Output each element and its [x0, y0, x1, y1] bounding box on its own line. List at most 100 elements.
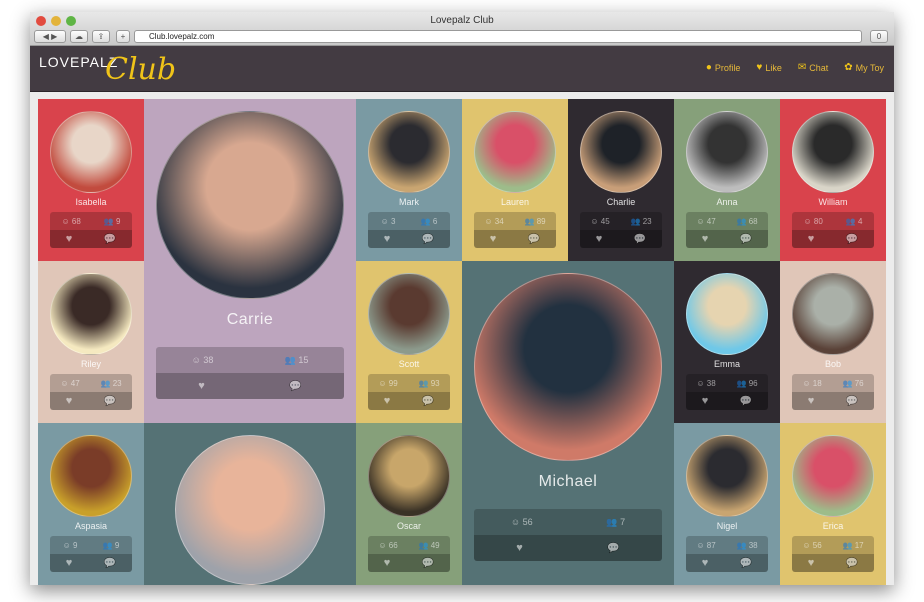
profile-name: Bob: [825, 359, 841, 369]
profile-card[interactable]: Lauren ☺ 34 👥 89 ♥💬: [462, 99, 568, 261]
profile-photo[interactable]: [474, 111, 556, 193]
profile-photo[interactable]: [474, 273, 662, 461]
nav-chat[interactable]: ✉Chat: [798, 62, 828, 73]
like-button[interactable]: ♥: [384, 557, 391, 569]
profile-photo[interactable]: [686, 111, 768, 193]
friends-icon: 👥: [418, 379, 428, 388]
like-button[interactable]: ♥: [702, 557, 709, 569]
like-button[interactable]: ♥: [516, 542, 523, 554]
profile-stats: ☺ 9 👥 9 ♥💬: [50, 536, 132, 572]
like-button[interactable]: ♥: [198, 380, 205, 392]
new-tab-button[interactable]: +: [116, 30, 130, 43]
nav-like[interactable]: ♥Like: [756, 62, 781, 73]
like-button[interactable]: ♥: [808, 557, 815, 569]
profile-card[interactable]: Scott ☺ 99 👥 93 ♥💬: [356, 261, 462, 423]
like-button[interactable]: ♥: [66, 233, 73, 245]
friend-value: 4: [858, 217, 862, 226]
profile-name: Mark: [399, 197, 419, 207]
profile-photo[interactable]: [368, 273, 450, 355]
like-button[interactable]: ♥: [384, 395, 391, 407]
profile-card[interactable]: Isabella ☺ 68 👥 9 ♥💬: [38, 99, 144, 261]
profile-photo[interactable]: [368, 111, 450, 193]
profile-photo[interactable]: [792, 111, 874, 193]
smile-count: ☺ 3: [381, 217, 396, 226]
like-button[interactable]: ♥: [596, 233, 603, 245]
profile-photo[interactable]: [368, 435, 450, 517]
smile-value: 99: [389, 379, 398, 388]
chat-button[interactable]: 💬: [104, 234, 116, 245]
chat-button[interactable]: 💬: [740, 234, 752, 245]
like-button[interactable]: ♥: [808, 233, 815, 245]
like-button[interactable]: ♥: [66, 557, 73, 569]
chat-button[interactable]: 💬: [104, 396, 116, 407]
address-bar[interactable]: Club.lovepalz.com: [134, 30, 862, 43]
back-forward-button[interactable]: ◀ ▶: [34, 30, 66, 43]
reader-button[interactable]: 0: [870, 30, 888, 43]
chat-button[interactable]: 💬: [607, 543, 619, 554]
profile-card[interactable]: William ☺ 80 👥 4 ♥💬: [780, 99, 886, 261]
profile-stats: ☺ 87 👥 38 ♥💬: [686, 536, 768, 572]
profile-card[interactable]: Michael ☺ 56 👥 7 ♥💬: [462, 261, 674, 585]
share-icon[interactable]: ⇪: [92, 30, 110, 43]
profile-card[interactable]: Oscar ☺ 66 👥 49 ♥💬: [356, 423, 462, 585]
nav-label: My Toy: [856, 63, 884, 73]
chat-button[interactable]: 💬: [846, 396, 858, 407]
chat-button[interactable]: 💬: [289, 381, 301, 392]
chat-button[interactable]: 💬: [846, 234, 858, 245]
friend-count: 👥 38: [736, 541, 757, 550]
chat-button[interactable]: 💬: [634, 234, 646, 245]
site-header: LOVEPALZClub ●Profile ♥Like ✉Chat ✿My Toy: [30, 46, 894, 92]
like-button[interactable]: ♥: [702, 233, 709, 245]
profile-card[interactable]: Mark ☺ 3 👥 6 ♥💬: [356, 99, 462, 261]
profile-photo[interactable]: [50, 435, 132, 517]
like-button[interactable]: ♥: [808, 395, 815, 407]
browser-window: Lovepalz Club ◀ ▶ ☁ ⇪ + Club.lovepalz.co…: [30, 12, 894, 585]
profile-card[interactable]: Anna ☺ 47 👥 68 ♥💬: [674, 99, 780, 261]
friends-icon: 👥: [736, 541, 746, 550]
profile-card[interactable]: Bob ☺ 18 👥 76 ♥💬: [780, 261, 886, 423]
chat-button[interactable]: 💬: [422, 234, 434, 245]
chat-button[interactable]: 💬: [422, 396, 434, 407]
logo[interactable]: LOVEPALZClub: [39, 54, 118, 70]
nav-profile[interactable]: ●Profile: [706, 62, 741, 73]
profile-card[interactable]: Aspasia ☺ 9 👥 9 ♥💬: [38, 423, 144, 585]
nav-my-toy[interactable]: ✿My Toy: [844, 62, 884, 73]
profile-photo[interactable]: [792, 435, 874, 517]
like-button[interactable]: ♥: [384, 233, 391, 245]
profile-card[interactable]: Erica ☺ 56 👥 17 ♥💬: [780, 423, 886, 585]
profile-photo[interactable]: [50, 273, 132, 355]
friends-icon: 👥: [104, 217, 114, 226]
profile-name: Isabella: [75, 197, 106, 207]
chat-button[interactable]: 💬: [740, 558, 752, 569]
friends-icon: 👥: [842, 541, 852, 550]
smile-icon: ☺: [511, 517, 520, 527]
smile-count: ☺ 45: [590, 217, 609, 226]
profile-photo[interactable]: [175, 435, 325, 585]
like-button[interactable]: ♥: [702, 395, 709, 407]
chat-button[interactable]: 💬: [104, 558, 116, 569]
friend-count: 👥 17: [842, 541, 863, 550]
chat-button[interactable]: 💬: [528, 234, 540, 245]
profile-card[interactable]: Carrie ☺ 38 👥 15 ♥💬: [144, 99, 356, 423]
chat-button[interactable]: 💬: [740, 396, 752, 407]
smile-value: 66: [389, 541, 398, 550]
smile-count: ☺ 38: [192, 355, 214, 365]
chat-button[interactable]: 💬: [846, 558, 858, 569]
profile-photo[interactable]: [686, 435, 768, 517]
chat-button[interactable]: 💬: [422, 558, 434, 569]
profile-card[interactable]: [144, 423, 356, 585]
profile-card[interactable]: Charlie ☺ 45 👥 23 ♥💬: [568, 99, 674, 261]
profile-card[interactable]: Riley ☺ 47 👥 23 ♥💬: [38, 261, 144, 423]
like-button[interactable]: ♥: [66, 395, 73, 407]
profile-photo[interactable]: [580, 111, 662, 193]
main-nav: ●Profile ♥Like ✉Chat ✿My Toy: [706, 62, 884, 73]
profile-card[interactable]: Nigel ☺ 87 👥 38 ♥💬: [674, 423, 780, 585]
cloud-icon[interactable]: ☁: [70, 30, 88, 43]
profile-photo[interactable]: [686, 273, 768, 355]
profile-name: Oscar: [397, 521, 421, 531]
profile-photo[interactable]: [156, 111, 344, 299]
profile-photo[interactable]: [50, 111, 132, 193]
profile-card[interactable]: Emma ☺ 38 👥 96 ♥💬: [674, 261, 780, 423]
like-button[interactable]: ♥: [490, 233, 497, 245]
profile-photo[interactable]: [792, 273, 874, 355]
